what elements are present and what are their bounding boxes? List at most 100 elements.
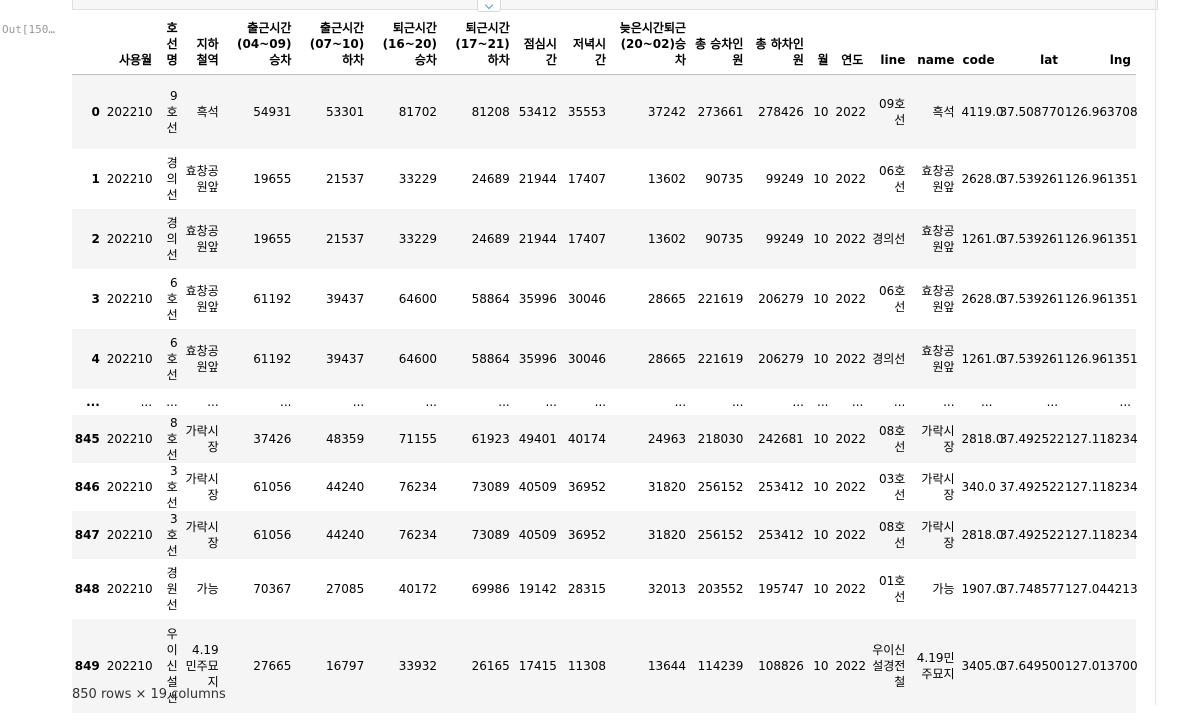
table-cell: 108826	[758, 658, 804, 673]
table-cell: 253412	[758, 479, 804, 494]
table-cell: 37.539261	[999, 291, 1065, 306]
table-cell: 3호선	[166, 463, 178, 510]
table-cell: 202210	[106, 431, 153, 446]
table-cell: 가능	[196, 581, 219, 596]
table-cell: 81702	[398, 104, 437, 119]
table-row: 846 202210 3호선 가락시장 61056 44240 76234 73089 4050…	[72, 463, 1138, 511]
table-cell: 2628.0	[961, 291, 1004, 306]
table-cell: ...	[594, 394, 607, 409]
row-index: 845	[74, 431, 100, 446]
table-cell: 44240	[326, 479, 365, 494]
table-cell: 27665	[253, 658, 292, 673]
table-cell: 70367	[253, 581, 292, 596]
table-cell: 221619	[697, 291, 744, 306]
table-cell: 13644	[647, 658, 687, 673]
table-cell: ...	[425, 394, 437, 409]
table-cell: 33932	[398, 658, 437, 673]
row-index: 4	[91, 351, 100, 366]
table-cell: 33229	[398, 231, 437, 246]
table-cell: 08호선	[879, 423, 906, 454]
table-cell: 가락시장	[921, 519, 955, 550]
column-header: line	[868, 17, 911, 75]
table-cell: ...	[981, 394, 993, 409]
column-header: 사용월	[104, 17, 158, 75]
table-cell: 가락시장	[185, 471, 219, 502]
table-cell: 03호선	[879, 471, 906, 502]
table-cell: 37.539261	[999, 231, 1065, 246]
table-cell: 30046	[567, 291, 607, 306]
row-index: 846	[74, 479, 100, 494]
column-header: 점심시간	[514, 17, 562, 75]
column-header: 호선명	[157, 17, 183, 75]
table-cell: 19655	[253, 231, 292, 246]
column-header: 출근시간(07~10)하차	[296, 17, 370, 75]
table-cell: 24689	[471, 231, 510, 246]
table-body: 0 202210 9호선 흑석 54931 53301 81702 81208 53412 355…	[72, 74, 1138, 713]
table-cell: 8호선	[166, 415, 178, 462]
table-cell: 206279	[758, 291, 804, 306]
table-cell: 2022	[835, 351, 867, 366]
column-header: 늦은시간퇴근(20~02)승차	[611, 17, 692, 75]
table-cell: 13602	[647, 231, 687, 246]
table-cell: 21537	[326, 171, 365, 186]
table-cell: ...	[166, 394, 178, 409]
table-cell: 10	[813, 351, 829, 366]
table-cell: 10	[813, 431, 829, 446]
table-cell: 127.118234	[1065, 479, 1138, 494]
table-cell: 11308	[567, 658, 607, 673]
table-cell: 206279	[758, 351, 804, 366]
collapse-output-icon[interactable]	[477, 0, 501, 12]
table-cell: 64600	[398, 351, 437, 366]
table-cell: 19655	[253, 171, 292, 186]
table-cell: 10	[813, 527, 829, 542]
output-scroll-edge	[1155, 0, 1156, 705]
table-row: 848 202210 경원선 가능 70367 27085 40172 69986 19142 2…	[72, 559, 1138, 619]
column-header: lng	[1063, 17, 1136, 75]
table-cell: 1261.0	[961, 351, 1004, 366]
table-cell: 28315	[567, 581, 607, 596]
table-row: 847 202210 3호선 가락시장 61056 44240 76234 73089 4050…	[72, 510, 1138, 559]
dataframe-summary: 850 rows × 19 columns	[72, 687, 226, 702]
row-index: 3	[91, 291, 100, 306]
table-cell: 40172	[398, 581, 437, 596]
table-cell: 127.044213	[1065, 581, 1138, 596]
table-cell: 81208	[471, 104, 510, 119]
table-cell: 경원선	[166, 565, 178, 612]
table-cell: 76234	[398, 479, 437, 494]
table-cell: 10	[813, 171, 829, 186]
table-cell: ...	[1119, 394, 1131, 409]
table-cell: 37.748577	[999, 581, 1065, 596]
table-cell: 76234	[398, 527, 437, 542]
table-cell: 31820	[647, 527, 687, 542]
table-cell: 10	[813, 231, 829, 246]
table-cell: 202210	[106, 581, 153, 596]
table-cell: 58864	[471, 291, 510, 306]
table-cell: ...	[731, 394, 744, 409]
column-header: 출근시간(04~09)승차	[223, 17, 297, 75]
table-cell: 17407	[567, 171, 607, 186]
table-cell: 28665	[647, 291, 687, 306]
table-cell: ...	[792, 394, 804, 409]
table-cell: 36952	[567, 527, 607, 542]
table-cell: 73089	[471, 527, 510, 542]
table-cell: 흑석	[196, 104, 219, 119]
table-cell: 28665	[647, 351, 687, 366]
table-cell: 49401	[518, 431, 557, 446]
table-cell: 6호선	[166, 275, 178, 322]
table-row: 2 202210 경의선 효창공원앞 19655 21537 33229 24689 21944…	[72, 208, 1138, 269]
table-row: 845 202210 8호선 가락시장 37426 48359 71155 61923 4940…	[72, 414, 1138, 463]
table-cell: 10	[813, 479, 829, 494]
table-cell: 90735	[705, 171, 744, 186]
table-cell: 278426	[758, 104, 804, 119]
table-cell: 37.492522	[999, 479, 1065, 494]
table-cell: 126.963708	[1065, 104, 1138, 119]
table-cell: 효창공원앞	[921, 283, 955, 314]
table-cell: 13602	[647, 171, 687, 186]
table-cell: 37242	[647, 104, 687, 119]
table-cell: 35553	[567, 104, 607, 119]
row-index: 2	[91, 231, 100, 246]
table-cell: ...	[207, 394, 219, 409]
table-cell: 10	[813, 104, 829, 119]
table-cell: 2628.0	[961, 171, 1004, 186]
table-cell: 203552	[697, 581, 744, 596]
